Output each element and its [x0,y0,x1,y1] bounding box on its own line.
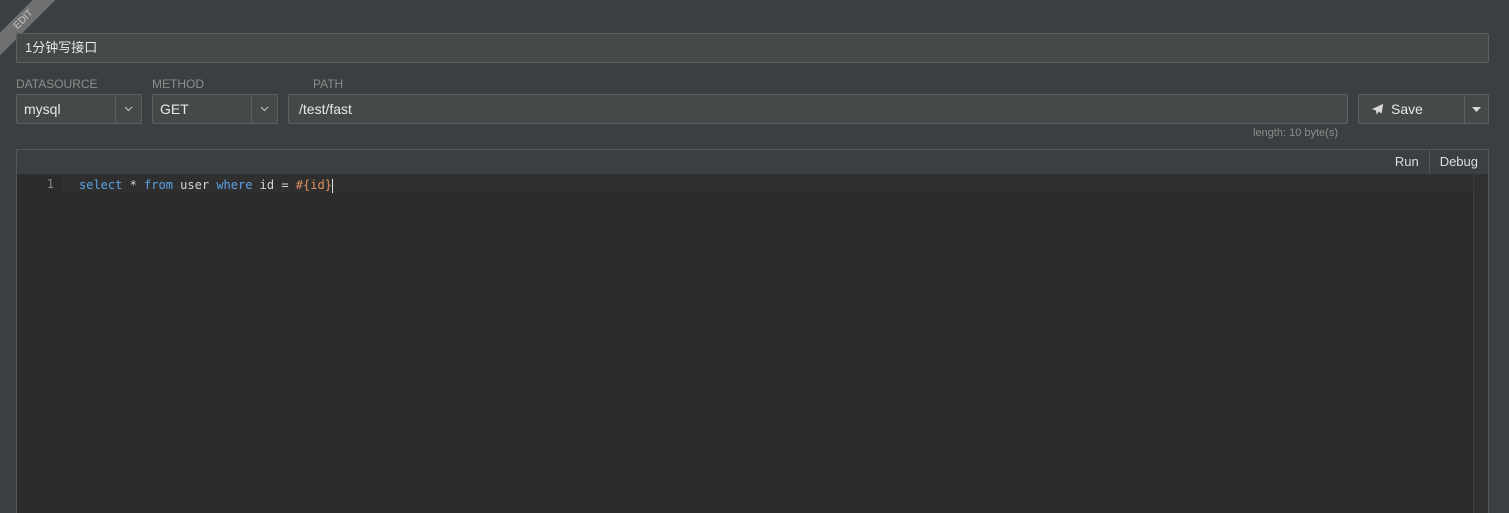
caret-down-icon [1472,106,1481,112]
save-button-group: Save [1358,94,1489,124]
code-editor: Run Debug 1 select * from user where id … [16,149,1489,513]
chevron-down-icon[interactable] [251,95,277,123]
datasource-select[interactable]: mysql [16,94,142,124]
debug-button[interactable]: Debug [1428,150,1488,174]
method-value: GET [160,101,189,117]
save-button[interactable]: Save [1359,95,1464,123]
datasource-value: mysql [24,101,61,117]
save-button-label: Save [1391,101,1423,117]
path-input[interactable]: /test/fast [288,94,1348,124]
editor-toolbar: Run Debug [17,150,1488,175]
code-token: id = [252,178,296,192]
keyword-token: from [144,178,173,192]
datasource-label: DATASOURCE [16,77,98,91]
method-label: METHOD [152,77,204,91]
chevron-down-icon[interactable] [115,95,141,123]
code-area[interactable]: 1 select * from user where id = #{id} [17,175,1488,513]
path-label: PATH [313,77,344,91]
param-token: #{id} [295,178,332,192]
api-editor-page: EDIT 1分钟写接口 DATASOURCE METHOD PATH mysql… [0,0,1509,513]
line-number: 1 [46,177,54,191]
editor-scrollbar[interactable] [1473,175,1488,513]
line-gutter: 1 [17,175,62,513]
save-dropdown-toggle[interactable] [1464,95,1488,123]
keyword-token: where [216,178,253,192]
code-token: user [172,178,217,192]
path-length-hint: length: 10 byte(s) [1253,127,1338,139]
keyword-token: select [79,178,123,192]
paper-plane-icon [1371,103,1384,115]
code-token: * [122,178,145,192]
method-select[interactable]: GET [152,94,278,124]
code-line[interactable]: select * from user where id = #{id} [79,177,333,193]
api-name-input[interactable]: 1分钟写接口 [16,33,1489,63]
run-button[interactable]: Run [1385,150,1429,174]
text-cursor [331,178,333,193]
